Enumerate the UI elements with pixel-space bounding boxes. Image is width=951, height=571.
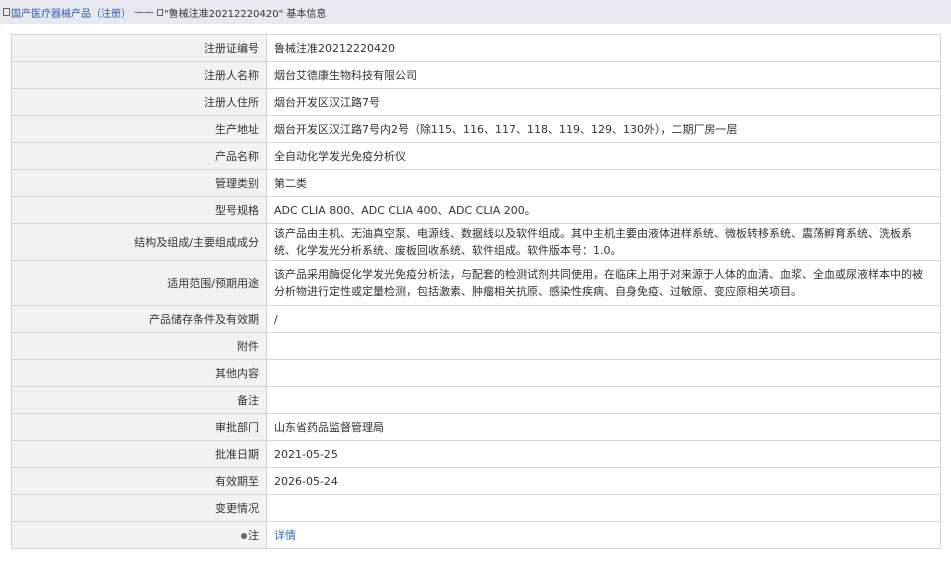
table-row: 产品名称 全自动化学发光免疫分析仪 (11, 142, 941, 170)
row-label: 备注 (11, 386, 267, 414)
table-row: 变更情况 (11, 494, 941, 522)
row-value: 烟台开发区汉江路7号内2号（除115、116、117、118、119、129、1… (266, 115, 941, 143)
row-value: 烟台开发区汉江路7号 (266, 88, 941, 116)
row-value: / (266, 305, 941, 333)
table-row: 注册人名称 烟台艾德康生物科技有限公司 (11, 61, 941, 89)
document-icon (3, 8, 10, 16)
breadcrumb: 国产医疗器械产品（注册） —— "鲁械注准20212220420" 基本信息 (0, 0, 951, 24)
breadcrumb-current: "鲁械注准20212220420" 基本信息 (164, 8, 327, 20)
table-row: 产品储存条件及有效期 / (11, 305, 941, 333)
row-value: ADC CLIA 800、ADC CLIA 400、ADC CLIA 200。 (266, 196, 941, 224)
note-label-text: 注 (248, 528, 259, 542)
table-row: 审批部门 山东省药品监督管理局 (11, 413, 941, 441)
row-value: 鲁械注准20212220420 (266, 34, 941, 62)
note-bullet-icon (241, 532, 247, 539)
row-value: 2026-05-24 (266, 467, 941, 495)
row-label: 有效期至 (11, 467, 267, 495)
row-label: 注册证编号 (11, 34, 267, 62)
row-value (266, 494, 941, 522)
row-value (266, 386, 941, 414)
table-row: 生产地址 烟台开发区汉江路7号内2号（除115、116、117、118、119、… (11, 115, 941, 143)
row-label: 其他内容 (11, 359, 267, 387)
row-value: 烟台艾德康生物科技有限公司 (266, 61, 941, 89)
table-row: 管理类别 第二类 (11, 169, 941, 197)
row-label: 产品储存条件及有效期 (11, 305, 267, 333)
table-row: 注 详情 (11, 521, 941, 549)
row-label: 生产地址 (11, 115, 267, 143)
row-label: 附件 (11, 332, 267, 360)
row-label: 变更情况 (11, 494, 267, 522)
row-label: 产品名称 (11, 142, 267, 170)
table-row: 适用范围/预期用途 该产品采用酶促化学发光免疫分析法，与配套的检测试剂共同使用，… (11, 260, 941, 306)
breadcrumb-category[interactable]: 国产医疗器械产品（注册） (11, 5, 131, 20)
row-label: 结构及组成/主要组成成分 (11, 223, 267, 261)
row-value: 该产品采用酶促化学发光免疫分析法，与配套的检测试剂共同使用，在临床上用于对来源于… (266, 260, 941, 306)
row-value: 全自动化学发光免疫分析仪 (266, 142, 941, 170)
row-label: 适用范围/预期用途 (11, 260, 267, 306)
table-row: 批准日期 2021-05-25 (11, 440, 941, 468)
table-row: 型号规格 ADC CLIA 800、ADC CLIA 400、ADC CLIA … (11, 196, 941, 224)
note-value: 详情 (266, 521, 941, 549)
row-label: 注册人住所 (11, 88, 267, 116)
row-value: 该产品由主机、无油真空泵、电源线、数据线以及软件组成。其中主机主要由液体进样系统… (266, 223, 941, 261)
table-row: 注册证编号 鲁械注准20212220420 (11, 34, 941, 62)
note-label: 注 (11, 521, 267, 549)
row-value (266, 359, 941, 387)
table-row: 附件 (11, 332, 941, 360)
detail-table: 注册证编号 鲁械注准20212220420 注册人名称 烟台艾德康生物科技有限公… (11, 34, 941, 549)
table-row: 结构及组成/主要组成成分 该产品由主机、无油真空泵、电源线、数据线以及软件组成。… (11, 223, 941, 261)
row-value (266, 332, 941, 360)
table-row: 其他内容 (11, 359, 941, 387)
details-link[interactable]: 详情 (274, 529, 296, 542)
row-value: 2021-05-25 (266, 440, 941, 468)
row-value: 山东省药品监督管理局 (266, 413, 941, 441)
table-row: 备注 (11, 386, 941, 414)
row-label: 管理类别 (11, 169, 267, 197)
breadcrumb-separator: —— (134, 6, 154, 18)
row-value: 第二类 (266, 169, 941, 197)
table-row: 有效期至 2026-05-24 (11, 467, 941, 495)
row-label: 型号规格 (11, 196, 267, 224)
row-label: 审批部门 (11, 413, 267, 441)
row-label: 注册人名称 (11, 61, 267, 89)
row-label: 批准日期 (11, 440, 267, 468)
table-row: 注册人住所 烟台开发区汉江路7号 (11, 88, 941, 116)
document-icon (157, 8, 163, 16)
